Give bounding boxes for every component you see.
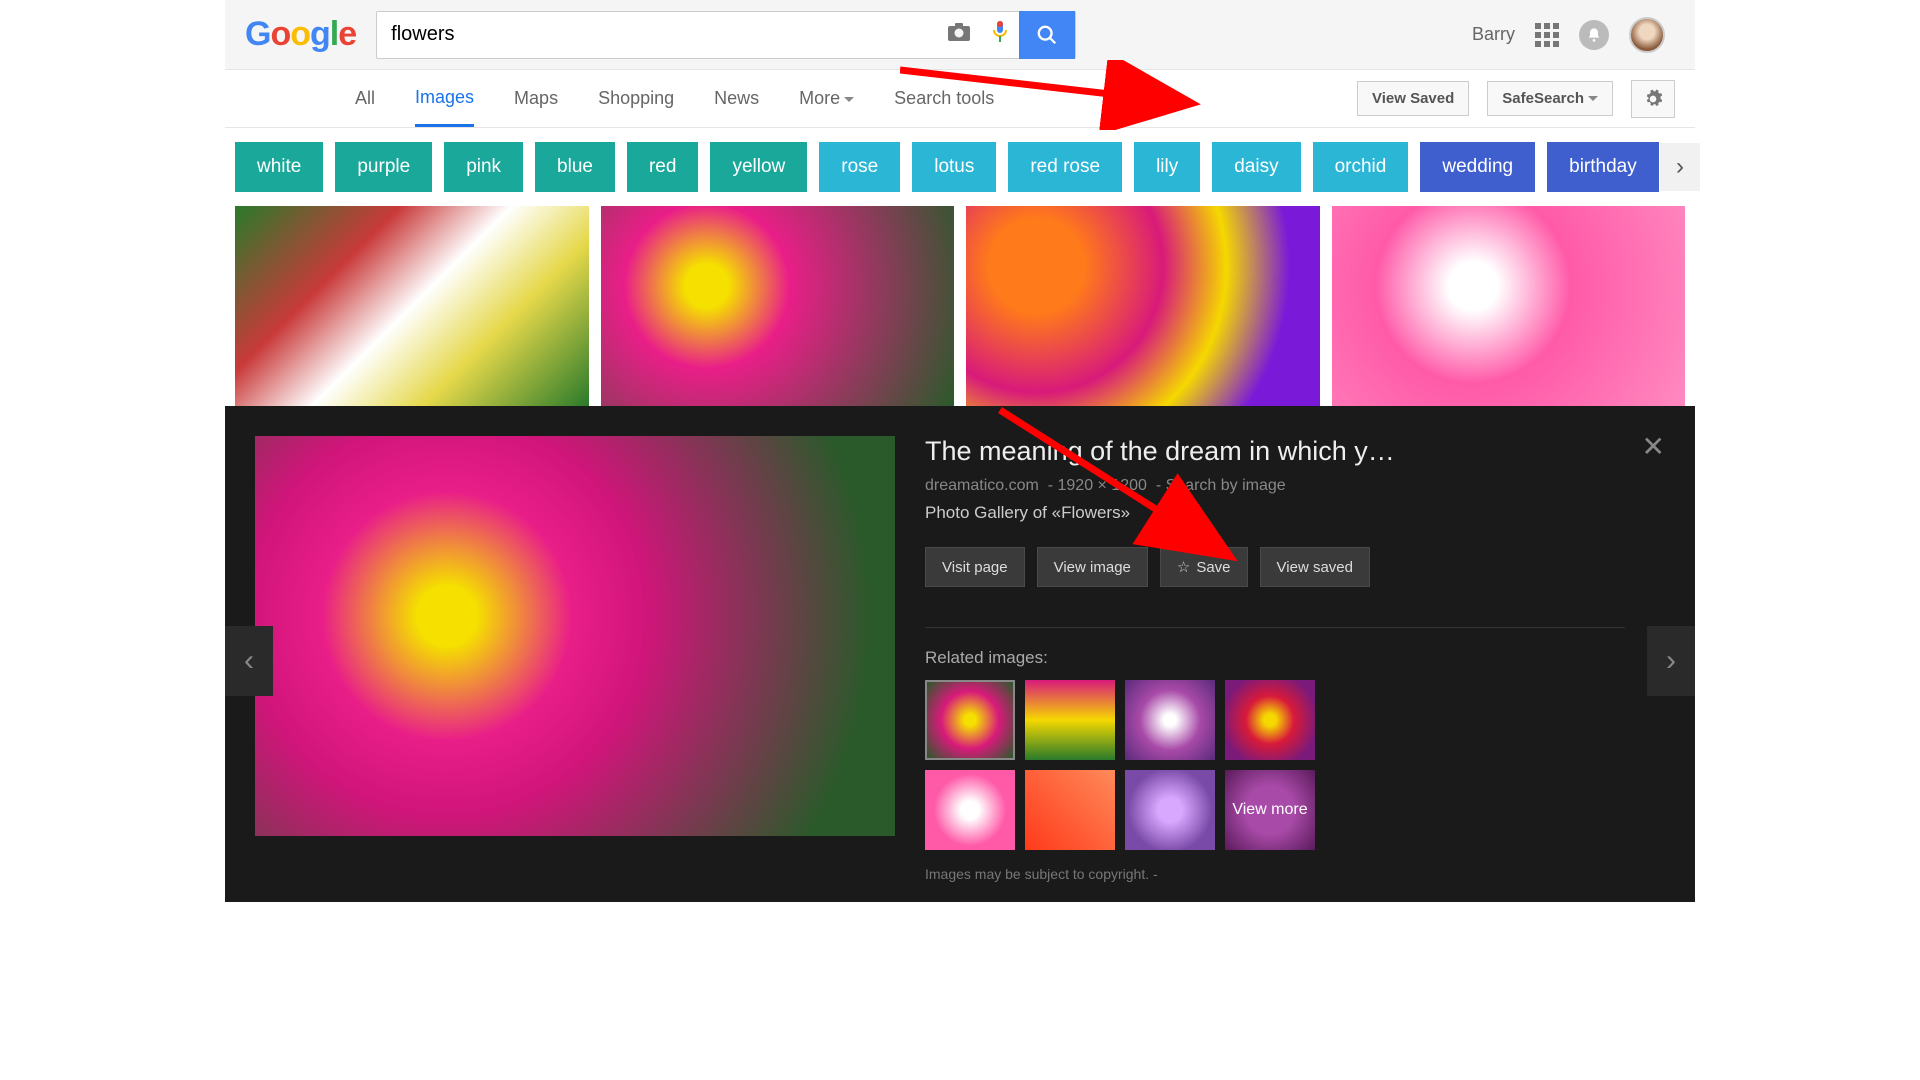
filter-chip-yellow[interactable]: yellow [710, 142, 807, 192]
detail-title[interactable]: The meaning of the dream in which y… [925, 436, 1625, 467]
search-by-image-link[interactable]: Search by image [1166, 477, 1286, 494]
image-detail-panel: ✕ ‹ › The meaning of the dream in which … [225, 406, 1695, 902]
settings-button[interactable] [1631, 80, 1675, 118]
filter-chip-red[interactable]: red [627, 142, 698, 192]
filter-chip-wedding[interactable]: wedding [1420, 142, 1535, 192]
related-thumb[interactable] [1125, 770, 1215, 850]
detail-meta: dreamatico.com - 1920 × 1200 - Search by… [925, 477, 1625, 495]
filter-chip-red-rose[interactable]: red rose [1008, 142, 1122, 192]
watermark: TRENDBLOG.NET [1365, 1015, 1650, 1052]
star-icon: ☆ [1177, 558, 1190, 576]
dimensions-text: 1920 × 1200 [1058, 477, 1147, 494]
detail-info: The meaning of the dream in which y… dre… [925, 436, 1685, 882]
tab-news[interactable]: News [714, 72, 759, 125]
chips-next-button[interactable]: › [1660, 143, 1700, 191]
filter-chips: whitepurplepinkblueredyellowroselotusred… [225, 128, 1695, 206]
source-link[interactable]: dreamatico.com [925, 477, 1039, 494]
related-thumb[interactable] [925, 680, 1015, 760]
view-saved-button[interactable]: View Saved [1357, 81, 1469, 116]
visit-page-button[interactable]: Visit page [925, 547, 1025, 587]
prev-image-button[interactable]: ‹ [225, 626, 273, 696]
filter-chip-rose[interactable]: rose [819, 142, 900, 192]
result-thumb[interactable] [235, 206, 589, 406]
view-more-related[interactable]: View more [1225, 770, 1315, 850]
tab-more[interactable]: More [799, 72, 854, 125]
camera-icon[interactable] [947, 22, 971, 47]
related-thumb[interactable] [925, 770, 1015, 850]
gear-icon [1643, 89, 1663, 109]
results-row [225, 206, 1695, 406]
result-thumb[interactable] [1332, 206, 1686, 406]
next-image-button[interactable]: › [1647, 626, 1695, 696]
notifications-icon[interactable] [1579, 20, 1609, 50]
related-thumb[interactable] [1225, 680, 1315, 760]
tab-images[interactable]: Images [415, 71, 474, 127]
header-right: Barry [1472, 17, 1685, 53]
filter-chip-white[interactable]: white [235, 142, 323, 192]
filter-chip-purple[interactable]: purple [335, 142, 432, 192]
copyright-notice: Images may be subject to copyright. - [925, 866, 1625, 882]
safesearch-button[interactable]: SafeSearch [1487, 81, 1613, 116]
search-button[interactable] [1019, 11, 1075, 59]
close-icon[interactable]: ✕ [1642, 430, 1665, 463]
search-box [376, 11, 1076, 59]
view-saved-detail-button[interactable]: View saved [1260, 547, 1370, 587]
avatar[interactable] [1629, 17, 1665, 53]
related-thumb[interactable] [1125, 680, 1215, 760]
related-thumb[interactable] [1025, 680, 1115, 760]
user-name[interactable]: Barry [1472, 24, 1515, 45]
related-thumb[interactable] [1025, 770, 1115, 850]
search-input[interactable] [391, 23, 937, 46]
apps-icon[interactable] [1535, 23, 1559, 47]
header: Google Barry [225, 0, 1695, 70]
tab-all[interactable]: All [355, 72, 375, 125]
related-grid: View more [925, 680, 1625, 850]
tab-maps[interactable]: Maps [514, 72, 558, 125]
tab-shopping[interactable]: Shopping [598, 72, 674, 125]
filter-chip-lotus[interactable]: lotus [912, 142, 996, 192]
filter-chip-blue[interactable]: blue [535, 142, 615, 192]
filter-chip-lily[interactable]: lily [1134, 142, 1200, 192]
related-images-label: Related images: [925, 627, 1625, 668]
microphone-icon[interactable] [991, 20, 1009, 49]
google-logo[interactable]: Google [245, 15, 356, 54]
tab-search-tools[interactable]: Search tools [894, 72, 994, 125]
filter-chip-pink[interactable]: pink [444, 142, 523, 192]
save-button[interactable]: ☆Save [1160, 547, 1248, 587]
view-image-button[interactable]: View image [1037, 547, 1148, 587]
result-thumb-selected[interactable] [601, 206, 955, 406]
filter-chip-daisy[interactable]: daisy [1212, 142, 1300, 192]
detail-subtitle: Photo Gallery of «Flowers» [925, 503, 1625, 523]
filter-chip-orchid[interactable]: orchid [1313, 142, 1409, 192]
filter-chip-birthday[interactable]: birthday [1547, 142, 1659, 192]
caret-down-icon [1588, 96, 1598, 106]
result-thumb[interactable] [966, 206, 1320, 406]
caret-down-icon [844, 97, 854, 107]
nav-tabs: All Images Maps Shopping News More Searc… [225, 70, 1695, 128]
detail-image[interactable] [255, 436, 895, 836]
